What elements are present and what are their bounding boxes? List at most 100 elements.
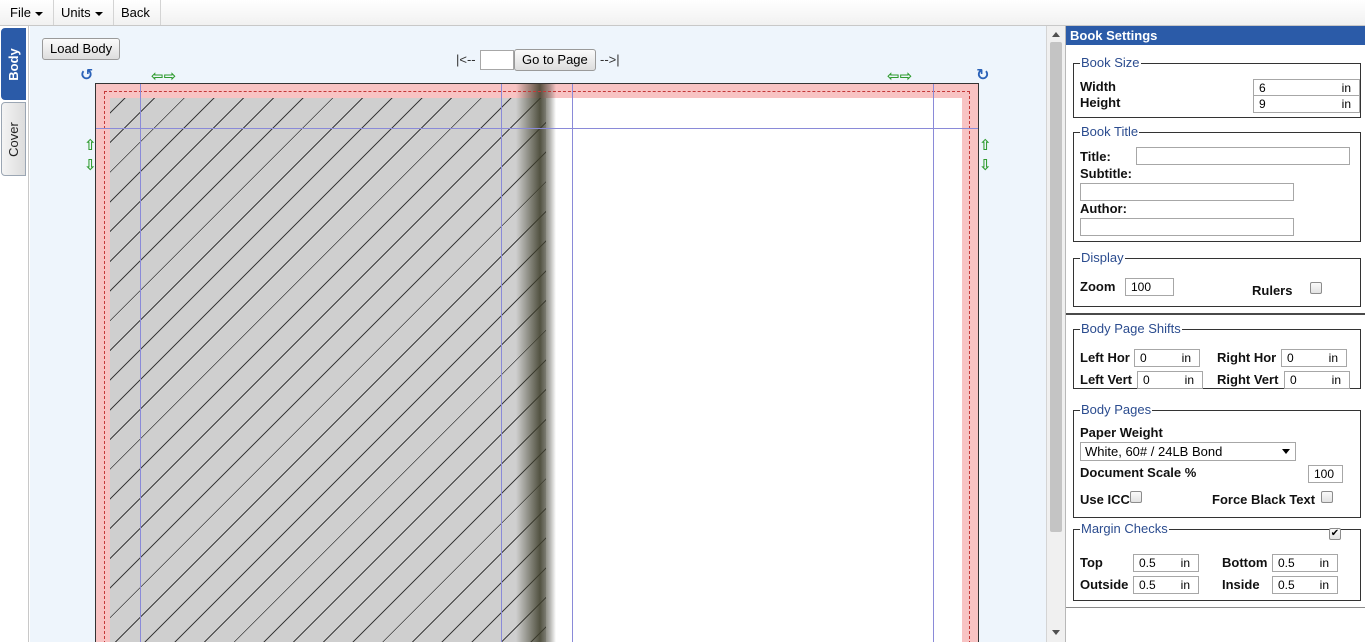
height-label: Height <box>1080 95 1121 110</box>
margin-top-value: 0.5 <box>1139 556 1156 570</box>
horizontal-shift-right-page-icon[interactable]: ⇦⇨ <box>887 69 912 84</box>
margin-guide-left-outside <box>140 84 141 642</box>
trim-line-left <box>104 91 105 642</box>
right-vert-label: Right Vert <box>1217 372 1279 387</box>
margin-outside-label: Outside <box>1080 577 1129 592</box>
left-hor-label: Left Hor <box>1080 350 1130 365</box>
prev-page-link[interactable]: |<-- <box>456 52 476 67</box>
left-vert-label: Left Vert <box>1080 372 1133 387</box>
rotate-right-icon[interactable]: ↻ <box>976 68 989 84</box>
margin-checks-legend: Margin Checks <box>1080 521 1169 536</box>
display-group: Display Zoom 100 Rulers <box>1073 250 1361 307</box>
document-scale-value: 100 <box>1314 467 1335 481</box>
author-input[interactable] <box>1080 218 1294 236</box>
trim-line-right <box>969 91 970 642</box>
author-label: Author: <box>1080 201 1127 216</box>
margin-inside-unit: in <box>1319 578 1329 592</box>
margin-inside-label: Inside <box>1222 577 1260 592</box>
subtitle-input[interactable] <box>1080 183 1294 201</box>
units-menu-label: Units <box>61 5 91 20</box>
vertical-scrollbar[interactable] <box>1046 26 1065 642</box>
right-vert-field[interactable]: 0 in <box>1284 371 1350 389</box>
margin-top-unit: in <box>1180 556 1190 570</box>
zoom-field[interactable]: 100 <box>1125 278 1174 296</box>
paper-weight-select[interactable]: White, 60# / 24LB Bond <box>1080 442 1296 461</box>
scroll-thumb[interactable] <box>1050 42 1062 532</box>
right-vert-unit: in <box>1331 373 1341 387</box>
scroll-down-icon[interactable] <box>1052 630 1060 635</box>
shift-down-right-icon[interactable]: ⇩ <box>979 158 992 173</box>
page-number-input[interactable] <box>480 50 514 70</box>
display-legend: Display <box>1080 250 1125 265</box>
margin-guide-top <box>96 128 978 129</box>
scroll-up-icon[interactable] <box>1052 32 1060 37</box>
subtitle-label: Subtitle: <box>1080 166 1132 181</box>
right-hor-unit: in <box>1328 351 1338 365</box>
margin-outside-value: 0.5 <box>1139 578 1156 592</box>
units-menu[interactable]: Units <box>51 0 114 25</box>
trim-line-top <box>104 91 970 92</box>
body-pages-legend: Body Pages <box>1080 402 1153 417</box>
margin-top-field[interactable]: 0.5 in <box>1133 554 1199 572</box>
book-size-group: Book Size Width 6 in Height 9 in <box>1073 55 1361 118</box>
right-vert-value: 0 <box>1290 373 1297 387</box>
load-body-button[interactable]: Load Body <box>42 38 121 60</box>
force-black-text-label: Force Black Text <box>1212 492 1316 507</box>
margin-bottom-label: Bottom <box>1222 555 1268 570</box>
shift-up-right-icon[interactable]: ⇧ <box>979 138 992 153</box>
bleed-area-left <box>96 84 110 642</box>
tab-cover-label: Cover <box>6 121 21 157</box>
margin-guide-right-inside <box>572 84 573 642</box>
side-tabs: Body Cover <box>0 26 29 642</box>
use-icc-checkbox[interactable] <box>1130 491 1142 503</box>
document-scale-label: Document Scale % <box>1080 465 1197 480</box>
caret-down-icon <box>94 11 103 16</box>
margin-inside-field[interactable]: 0.5 in <box>1272 576 1338 594</box>
document-scale-field[interactable]: 100 <box>1308 465 1343 483</box>
margin-outside-field[interactable]: 0.5 in <box>1133 576 1199 594</box>
right-hor-field[interactable]: 0 in <box>1281 349 1347 367</box>
tab-body[interactable]: Body <box>1 28 26 100</box>
go-to-page-button[interactable]: Go to Page <box>514 49 596 71</box>
body-page-shifts-legend: Body Page Shifts <box>1080 321 1182 336</box>
tab-body-label: Body <box>6 47 21 81</box>
back-menu[interactable]: Back <box>111 0 161 25</box>
left-vert-unit: in <box>1184 373 1194 387</box>
title-input[interactable] <box>1136 147 1350 165</box>
back-menu-label: Back <box>121 5 150 20</box>
left-hor-unit: in <box>1181 351 1191 365</box>
left-vert-field[interactable]: 0 in <box>1137 371 1203 389</box>
next-page-link[interactable]: -->| <box>600 52 620 67</box>
book-settings-panel: Book Settings Book Size Width 6 in Height… <box>1065 26 1365 642</box>
left-page-hatched <box>110 98 546 642</box>
left-hor-value: 0 <box>1140 351 1147 365</box>
horizontal-shift-left-page-icon[interactable]: ⇦⇨ <box>151 69 176 84</box>
book-title-legend: Book Title <box>1080 124 1140 139</box>
width-label: Width <box>1080 79 1116 94</box>
margin-guide-right-outside <box>933 84 934 642</box>
margin-guide-left-inside <box>501 84 502 642</box>
height-unit: in <box>1341 97 1351 111</box>
rulers-checkbox[interactable] <box>1310 282 1322 294</box>
body-pages-group: Body Pages Paper Weight White, 60# / 24L… <box>1073 402 1361 518</box>
paper-weight-value: White, 60# / 24LB Bond <box>1085 444 1223 459</box>
margin-checks-group: Margin Checks ✔ Top 0.5 in Bottom 0.5 in O… <box>1073 521 1361 601</box>
margin-inside-value: 0.5 <box>1278 578 1295 592</box>
gutter-shadow <box>516 84 556 642</box>
margin-checks-checkbox[interactable]: ✔ <box>1329 528 1341 540</box>
tab-cover[interactable]: Cover <box>1 102 26 176</box>
rotate-left-icon[interactable]: ↺ <box>80 68 93 84</box>
caret-down-icon <box>34 11 43 16</box>
menubar: File Units Back <box>0 0 1365 26</box>
rulers-label: Rulers <box>1252 283 1293 298</box>
panel-divider <box>1066 313 1365 315</box>
panel-bottom-divider <box>1066 607 1365 608</box>
preview-workspace: Load Body |<-- Go to Page -->| ↺ ⇦⇨ ⇦⇨ ↻… <box>30 26 1046 642</box>
title-label: Title: <box>1080 149 1111 164</box>
force-black-text-checkbox[interactable] <box>1321 491 1333 503</box>
height-field[interactable]: 9 in <box>1253 95 1360 113</box>
left-hor-field[interactable]: 0 in <box>1134 349 1200 367</box>
file-menu[interactable]: File <box>0 0 54 25</box>
margin-bottom-field[interactable]: 0.5 in <box>1272 554 1338 572</box>
margin-bottom-unit: in <box>1319 556 1329 570</box>
